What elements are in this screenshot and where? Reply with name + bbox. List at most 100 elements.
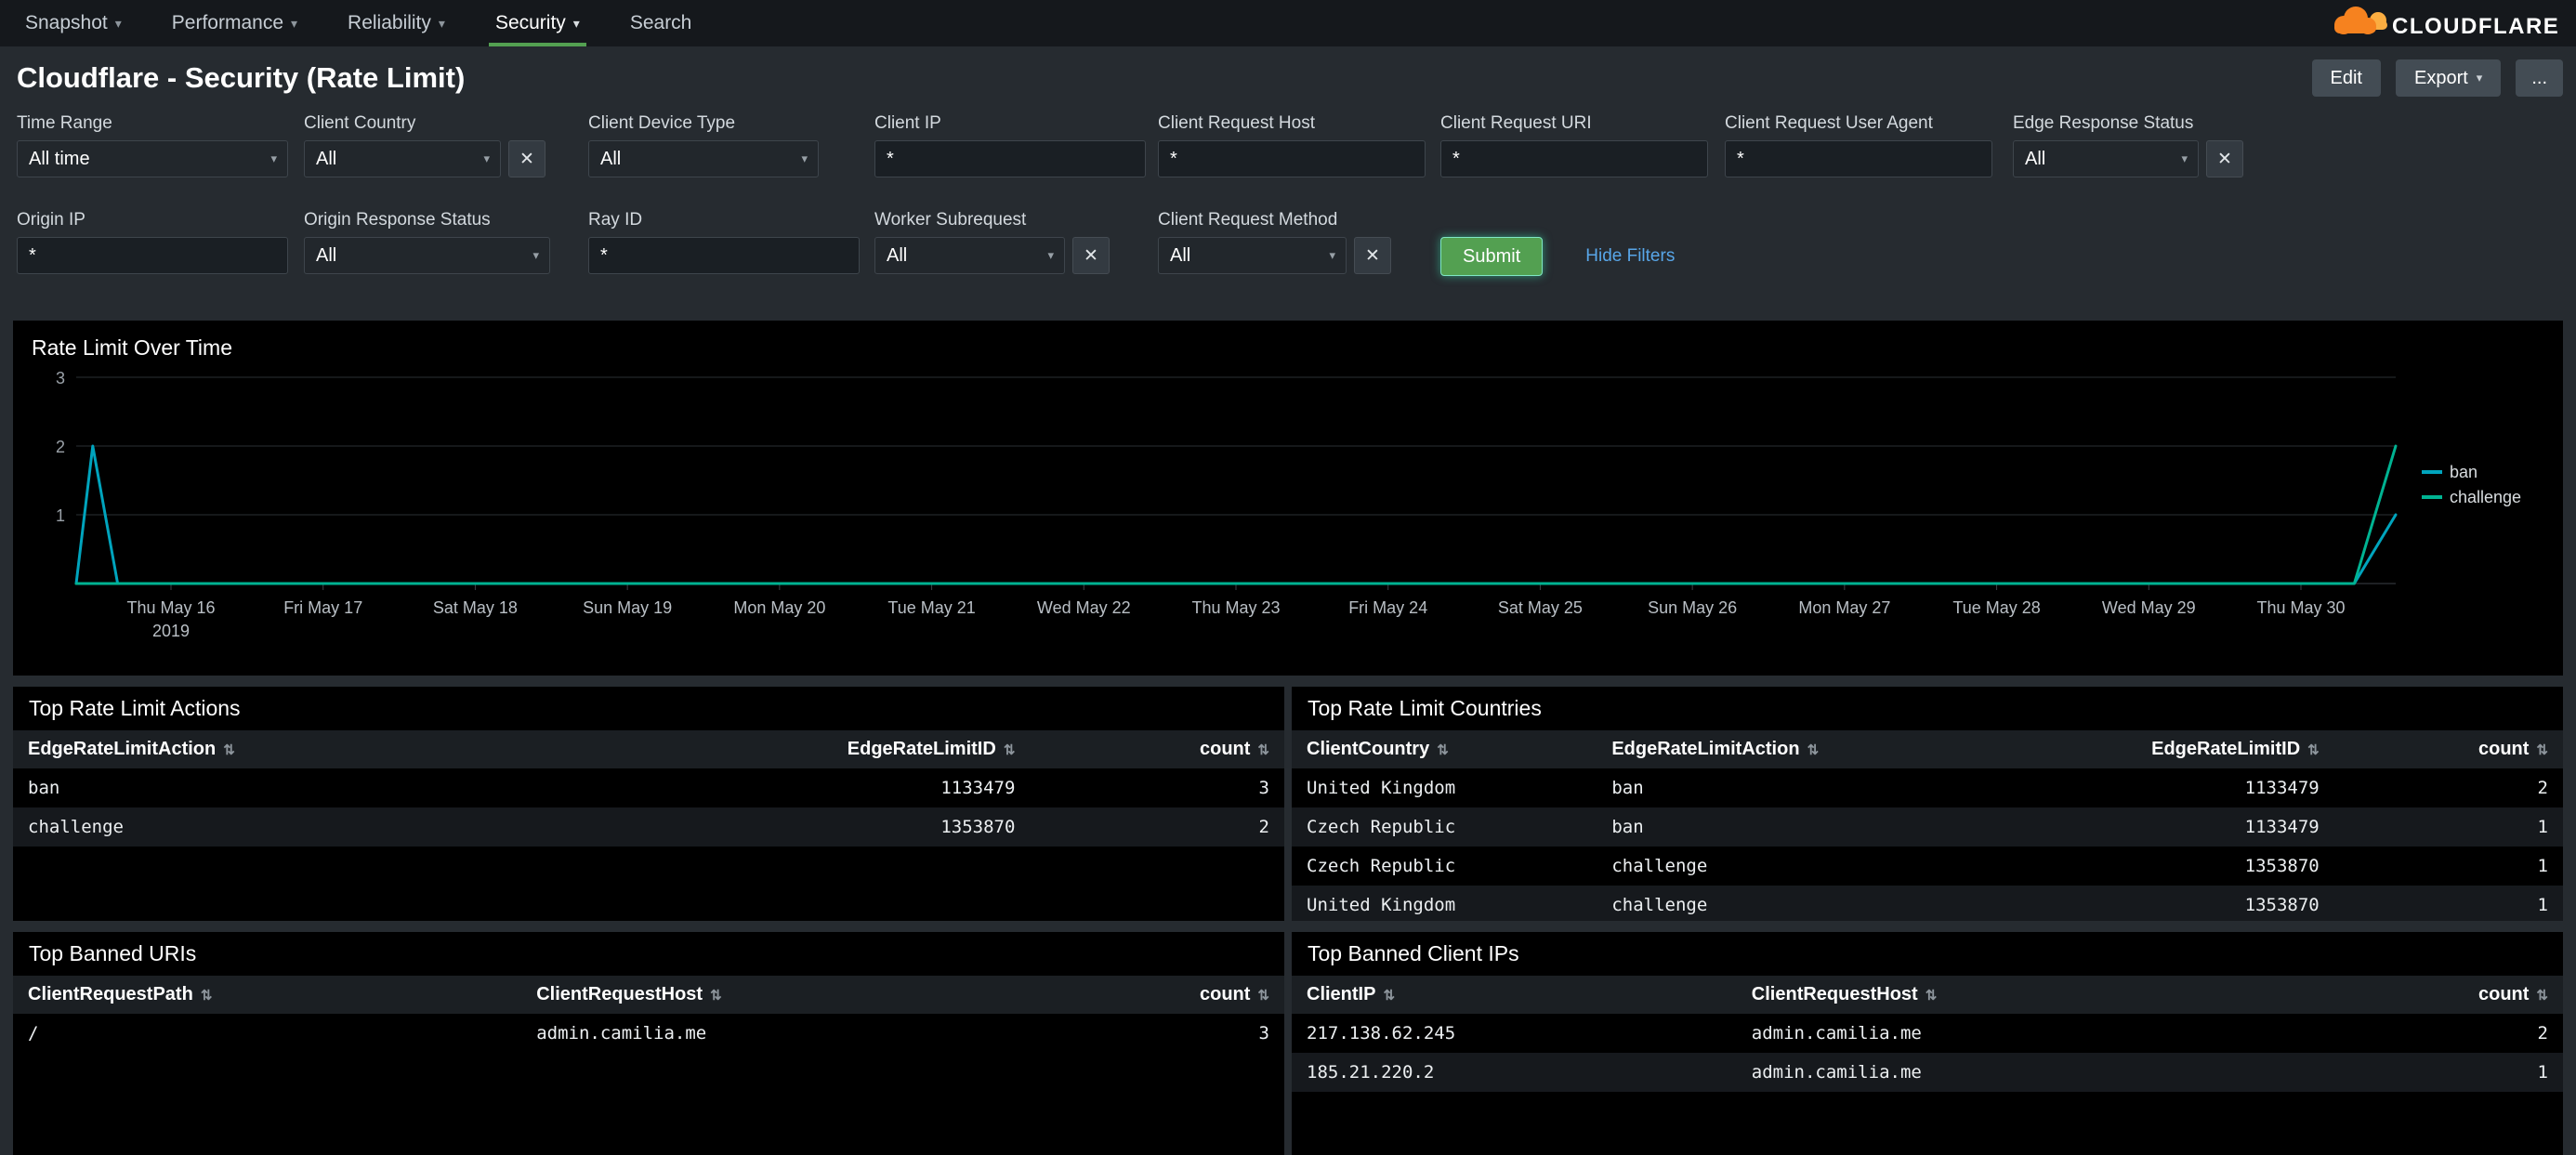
cloudflare-logo: CLOUDFLARE <box>2325 0 2559 46</box>
legend-item-ban[interactable]: ban <box>2422 463 2477 481</box>
clear-filter-button[interactable]: ✕ <box>508 140 545 177</box>
column-header-label: count <box>1199 739 1251 759</box>
nav-item-snapshot[interactable]: Snapshot ▾ <box>0 0 147 46</box>
x-axis-tick-label: Thu May 16 <box>126 598 215 617</box>
table-cell[interactable]: 1 <box>2334 886 2563 921</box>
time-range-dropdown[interactable]: All time ▾ <box>17 140 288 177</box>
table-cell[interactable]: Czech Republic <box>1292 807 1597 847</box>
column-header-label: count <box>1199 984 1251 1004</box>
y-axis-tick-label: 1 <box>56 506 65 525</box>
table-cell[interactable]: 1353870 <box>1978 847 2334 886</box>
column-header-clientrequesthost[interactable]: ClientRequestHost ⇅ <box>1736 976 2284 1014</box>
table-cell[interactable]: 3 <box>1030 1014 1284 1053</box>
column-header-clientrequesthost[interactable]: ClientRequestHost ⇅ <box>521 976 1031 1014</box>
table-cell[interactable]: 1 <box>2283 1053 2563 1092</box>
filter-label: Time Range <box>17 113 112 133</box>
column-header-count[interactable]: count ⇅ <box>1030 976 1284 1014</box>
chevron-down-icon: ▾ <box>483 151 490 165</box>
table-cell[interactable]: 3 <box>1030 768 1284 807</box>
client-request-user-agent-input[interactable] <box>1725 140 1992 177</box>
panel-title: Top Banned Client IPs <box>1308 941 1519 965</box>
table-cell[interactable]: admin.camilia.me <box>1737 1053 2283 1092</box>
client-request-uri-input[interactable] <box>1440 140 1708 177</box>
table-cell[interactable]: 185.21.220.2 <box>1292 1053 1737 1092</box>
x-axis-tick-label: Mon May 20 <box>733 598 825 617</box>
nav-item-reliability[interactable]: Reliability ▾ <box>322 0 470 46</box>
table-cell[interactable]: 2 <box>2283 1014 2563 1053</box>
table-cell[interactable]: 1 <box>2334 847 2563 886</box>
client-country-dropdown[interactable]: All ▾ <box>304 140 501 177</box>
table-cell[interactable]: / <box>13 1014 521 1053</box>
table-cell[interactable]: 217.138.62.245 <box>1292 1014 1737 1053</box>
nav-item-search[interactable]: Search <box>605 0 717 46</box>
ray-id-input[interactable] <box>588 237 860 274</box>
clear-filter-button[interactable]: ✕ <box>1354 237 1391 274</box>
table-cell[interactable]: admin.camilia.me <box>1737 1014 2283 1053</box>
clear-filter-button[interactable]: ✕ <box>2206 140 2243 177</box>
column-header-clientcountry[interactable]: ClientCountry ⇅ <box>1292 730 1597 768</box>
table-cell[interactable]: challenge <box>1597 847 1978 886</box>
column-header-edgeratelimitaction[interactable]: EdgeRateLimitAction ⇅ <box>1597 730 1978 768</box>
clear-filter-button[interactable]: ✕ <box>1072 237 1110 274</box>
table-cell[interactable]: United Kingdom <box>1292 886 1597 921</box>
nav-item-label: Reliability <box>348 12 431 33</box>
origin-response-status-dropdown[interactable]: All ▾ <box>304 237 550 274</box>
chart-panel: Rate Limit Over Time 1 2 3 Thu May 16 2019 Fr… <box>13 321 2563 676</box>
table-cell[interactable]: 2 <box>2334 768 2563 807</box>
worker-subrequest-dropdown[interactable]: All ▾ <box>874 237 1065 274</box>
panel-title: Top Rate Limit Actions <box>29 696 241 720</box>
table-cell[interactable]: ban <box>1597 768 1978 807</box>
table-cell[interactable]: 1133479 <box>585 768 1031 807</box>
filter-client-country: Client Country All ▾ ✕ <box>304 113 588 177</box>
table-header-row: ClientRequestPath ⇅ ClientRequestHost ⇅ coun… <box>13 976 1284 1014</box>
chevron-down-icon: ▾ <box>438 15 445 31</box>
legend-item-challenge[interactable]: challenge <box>2422 488 2521 506</box>
table-cell[interactable]: ban <box>13 768 585 807</box>
table-cell[interactable]: challenge <box>1597 886 1978 921</box>
table-cell[interactable]: 1353870 <box>1978 886 2334 921</box>
nav-item-performance[interactable]: Performance ▾ <box>147 0 322 46</box>
table-cell[interactable]: admin.camilia.me <box>521 1014 1030 1053</box>
hide-filters-link[interactable]: Hide Filters <box>1585 246 1675 267</box>
table-cell[interactable]: ban <box>1597 807 1978 847</box>
table-cell[interactable]: 2 <box>1030 807 1284 847</box>
client-ip-input[interactable] <box>874 140 1146 177</box>
x-axis-tick-label: Tue May 21 <box>887 598 975 617</box>
x-axis-tick-label: Sat May 18 <box>433 598 518 617</box>
origin-ip-input[interactable] <box>17 237 288 274</box>
column-header-count[interactable]: count ⇅ <box>1030 730 1284 768</box>
export-button[interactable]: Export ▾ <box>2395 59 2502 97</box>
filter-label: Client Request Host <box>1158 113 1315 133</box>
table-cell[interactable]: 1133479 <box>1978 807 2334 847</box>
client-device-type-dropdown[interactable]: All ▾ <box>588 140 819 177</box>
nav-item-security[interactable]: Security ▾ <box>470 0 605 46</box>
column-header-clientip[interactable]: ClientIP ⇅ <box>1292 976 1737 1014</box>
filter-client-device-type: Client Device Type All ▾ <box>588 113 874 177</box>
column-header-edgeratelimitid[interactable]: EdgeRateLimitID ⇅ <box>585 730 1031 768</box>
table-cell[interactable]: Czech Republic <box>1292 847 1597 886</box>
table-cell[interactable]: 1133479 <box>1978 768 2334 807</box>
edit-button[interactable]: Edit <box>2311 59 2381 97</box>
sort-icon: ⇅ <box>1257 742 1269 758</box>
column-header-label: ClientRequestHost <box>1751 984 1918 1004</box>
column-header-count[interactable]: count ⇅ <box>2283 976 2563 1014</box>
column-header-count[interactable]: count ⇅ <box>2333 730 2563 768</box>
column-header-label: EdgeRateLimitID <box>847 739 996 759</box>
nav-item-label: Security <box>494 12 566 33</box>
table-cell[interactable]: 1 <box>2334 807 2563 847</box>
column-header-edgeratelimitid[interactable]: EdgeRateLimitID ⇅ <box>1978 730 2334 768</box>
table-cell[interactable]: 1353870 <box>585 807 1031 847</box>
column-header-clientrequestpath[interactable]: ClientRequestPath ⇅ <box>13 976 522 1014</box>
submit-button[interactable]: Submit <box>1440 237 1544 276</box>
table-header-row: ClientIP ⇅ ClientRequestHost ⇅ count ⇅ <box>1292 976 2563 1014</box>
filter-label: Client IP <box>874 113 941 133</box>
column-header-edgeratelimitaction[interactable]: EdgeRateLimitAction ⇅ <box>13 730 585 768</box>
table-cell[interactable]: challenge <box>13 807 585 847</box>
client-request-host-input[interactable] <box>1158 140 1426 177</box>
x-axis-tick-label: Sat May 25 <box>1498 598 1583 617</box>
edge-response-status-dropdown[interactable]: All ▾ <box>2013 140 2199 177</box>
chevron-down-icon: ▾ <box>2476 70 2483 85</box>
client-request-method-dropdown[interactable]: All ▾ <box>1158 237 1347 274</box>
more-button[interactable]: ... <box>2516 59 2563 97</box>
table-cell[interactable]: United Kingdom <box>1292 768 1597 807</box>
